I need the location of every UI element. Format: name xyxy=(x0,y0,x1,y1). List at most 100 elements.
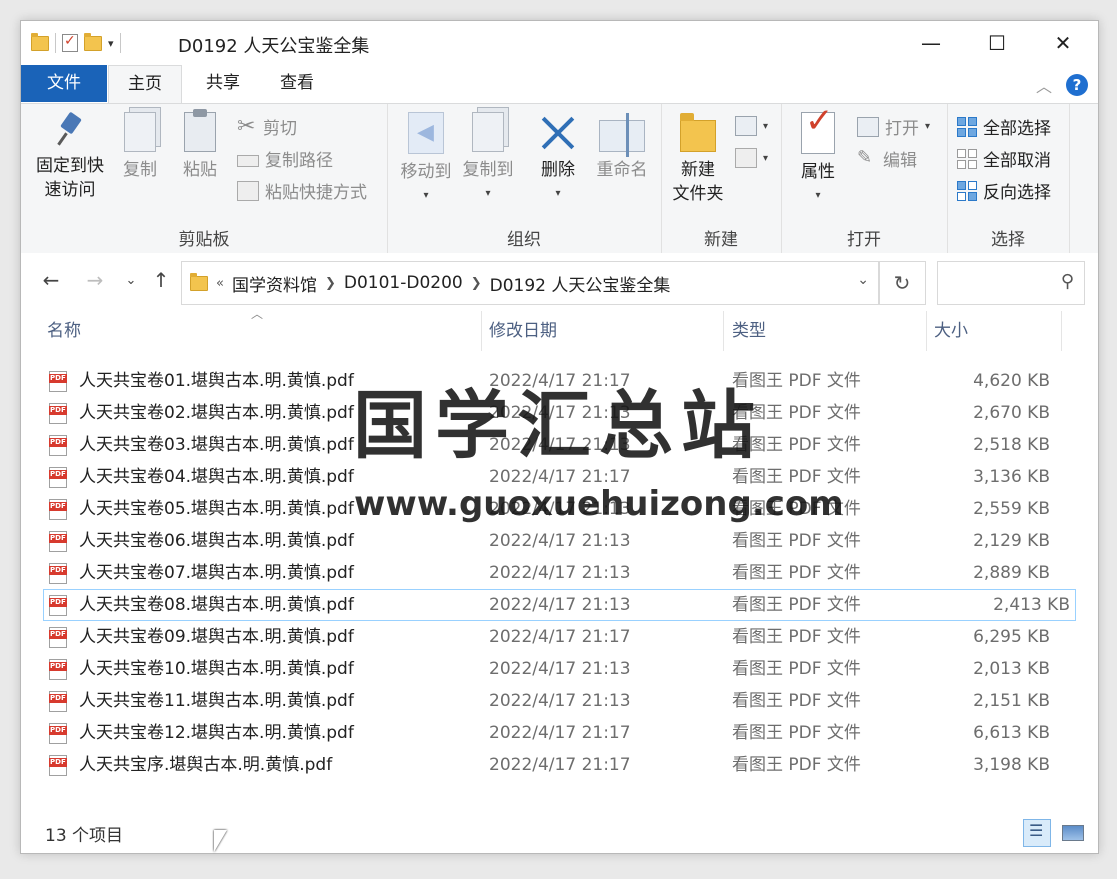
edit-icon xyxy=(857,147,877,168)
delete-button[interactable]: 删除 ▾ xyxy=(533,112,583,206)
file-name: 人天共宝卷09.堪舆古本.明.黄慎.pdf xyxy=(79,627,354,647)
column-header-size[interactable]: 大小 xyxy=(934,311,968,351)
breadcrumb-overflow[interactable]: « xyxy=(216,276,224,291)
table-row[interactable]: 人天共宝卷06.堪舆古本.明.黄慎.pdf 2022/4/17 21:13 看图王 … xyxy=(21,525,1098,557)
new-folder-icon[interactable] xyxy=(84,32,102,51)
select-all-button[interactable]: 全部选择 xyxy=(957,114,1051,139)
move-to-button[interactable]: 移动到 ▾ xyxy=(395,112,457,208)
select-none-label: 全部取消 xyxy=(983,151,1051,171)
paste-icon xyxy=(184,109,216,152)
breadcrumb-item[interactable]: D0101-D0200 xyxy=(344,273,463,293)
edit-button[interactable]: 编辑 xyxy=(857,146,917,172)
column-header-type[interactable]: 类型 xyxy=(732,311,766,351)
copy-button[interactable]: 复制 xyxy=(117,112,163,182)
column-divider[interactable] xyxy=(723,311,724,351)
open-caret-icon: ▾ xyxy=(925,121,931,132)
rename-icon xyxy=(599,113,645,157)
column-divider[interactable] xyxy=(481,311,482,351)
properties-icon[interactable] xyxy=(62,33,78,52)
invert-selection-button[interactable]: 反向选择 xyxy=(957,178,1051,203)
open-button[interactable]: 打开 ▾ xyxy=(857,114,930,139)
table-row[interactable]: 人天共宝卷08.堪舆古本.明.黄慎.pdf 2022/4/17 21:13 看图王 … xyxy=(43,589,1076,621)
breadcrumb-chevron-icon[interactable]: ❯ xyxy=(325,276,336,291)
qat-separator xyxy=(119,33,121,53)
qat-dropdown-icon[interactable]: ▾ xyxy=(108,37,114,50)
pdf-file-icon xyxy=(49,659,67,680)
select-all-icon xyxy=(957,116,977,137)
table-row[interactable]: 人天共宝卷09.堪舆古本.明.黄慎.pdf 2022/4/17 21:17 看图王 … xyxy=(21,621,1098,653)
table-row[interactable]: 人天共宝卷07.堪舆古本.明.黄慎.pdf 2022/4/17 21:13 看图王 … xyxy=(21,557,1098,589)
properties-label: 属性 xyxy=(801,162,835,182)
tab-file[interactable]: 文件 xyxy=(21,65,107,102)
refresh-icon[interactable]: ↻ xyxy=(878,261,926,305)
table-row[interactable]: 人天共宝卷10.堪舆古本.明.黄慎.pdf 2022/4/17 21:13 看图王 … xyxy=(21,653,1098,685)
new-folder-button[interactable]: 新建 文件夹 xyxy=(667,112,729,206)
file-size: 3,198 KB xyxy=(973,755,1050,775)
column-divider[interactable] xyxy=(926,311,927,351)
pin-quick-access-button[interactable]: 固定到快 速访问 xyxy=(29,112,111,202)
quick-access-toolbar: ▾ xyxy=(31,31,121,55)
pin-icon xyxy=(52,112,88,148)
copy-to-button[interactable]: 复制到 ▾ xyxy=(457,112,519,206)
select-none-icon xyxy=(957,148,977,169)
rename-button[interactable]: 重命名 xyxy=(591,112,653,182)
table-row[interactable]: 人天共宝序.堪舆古本.明.黄慎.pdf 2022/4/17 21:17 看图王 PD… xyxy=(21,749,1098,781)
new-item-button[interactable]: ▾ xyxy=(735,116,768,136)
table-row[interactable]: 人天共宝卷11.堪舆古本.明.黄慎.pdf 2022/4/17 21:13 看图王 … xyxy=(21,685,1098,717)
copy-icon xyxy=(124,112,156,152)
address-dropdown-chevron-icon[interactable]: ⌄ xyxy=(857,272,869,288)
open-icon xyxy=(857,116,879,137)
breadcrumb-item[interactable]: 国学资料馆 xyxy=(232,271,317,296)
breadcrumb-item[interactable]: D0192 人天公宝鉴全集 xyxy=(490,271,671,296)
minimize-button[interactable]: — xyxy=(898,21,964,65)
sort-ascending-icon: ︿ xyxy=(251,307,264,321)
properties-button[interactable]: 属性 ▾ xyxy=(793,109,843,208)
copy-to-icon xyxy=(472,112,504,152)
search-input[interactable]: ⚲ xyxy=(937,261,1085,305)
properties-icon xyxy=(801,109,835,154)
paste-button[interactable]: 粘贴 xyxy=(177,109,223,182)
address-bar[interactable]: « 国学资料馆 ❯ D0101-D0200 ❯ D0192 人天公宝鉴全集 ⌄ xyxy=(181,261,880,305)
paste-shortcut-button[interactable]: 粘贴快捷方式 xyxy=(237,178,367,203)
column-divider[interactable] xyxy=(1061,311,1062,351)
cut-label: 剪切 xyxy=(263,119,297,139)
help-icon[interactable]: ? xyxy=(1066,74,1088,96)
close-button[interactable]: ✕ xyxy=(1030,21,1096,65)
file-type: 看图王 PDF 文件 xyxy=(732,627,861,647)
easy-access-button[interactable]: ▾ xyxy=(735,148,768,168)
collapse-ribbon-icon[interactable]: ︿ xyxy=(1036,73,1052,97)
tab-share[interactable]: 共享 xyxy=(187,65,259,102)
file-date: 2022/4/17 21:13 xyxy=(489,531,631,551)
select-none-button[interactable]: 全部取消 xyxy=(957,146,1051,171)
tab-home[interactable]: 主页 xyxy=(108,65,182,103)
file-name: 人天共宝卷01.堪舆古本.明.黄慎.pdf xyxy=(79,371,354,391)
pdf-file-icon xyxy=(49,627,67,648)
column-header-date[interactable]: 修改日期 xyxy=(489,311,557,351)
cut-button[interactable]: 剪切 xyxy=(237,114,297,140)
column-header-name[interactable]: 名称 xyxy=(47,311,81,351)
file-type: 看图王 PDF 文件 xyxy=(732,563,861,583)
back-arrow-icon[interactable]: ← xyxy=(37,268,65,292)
pdf-file-icon xyxy=(49,595,67,616)
recent-locations-chevron-icon[interactable]: ⌄ xyxy=(117,273,145,288)
clipboard-group-label: 剪贴板 xyxy=(178,230,230,250)
file-name: 人天共宝卷05.堪舆古本.明.黄慎.pdf xyxy=(79,499,354,519)
maximize-button[interactable]: ☐ xyxy=(964,21,1030,65)
open-group: 属性 ▾ 打开 ▾ 编辑 打开 xyxy=(781,104,948,254)
breadcrumb-chevron-icon[interactable]: ❯ xyxy=(471,276,482,291)
file-name: 人天共宝卷02.堪舆古本.明.黄慎.pdf xyxy=(79,403,354,423)
search-icon: ⚲ xyxy=(1060,271,1074,292)
table-row[interactable]: 人天共宝卷12.堪舆古本.明.黄慎.pdf 2022/4/17 21:17 看图王 … xyxy=(21,717,1098,749)
up-arrow-icon[interactable]: ↑ xyxy=(147,268,175,292)
edit-label: 编辑 xyxy=(883,151,917,171)
large-icons-view-icon[interactable] xyxy=(1059,819,1085,845)
file-date: 2022/4/17 21:17 xyxy=(489,755,631,775)
forward-arrow-icon[interactable]: → xyxy=(81,268,109,292)
pdf-file-icon xyxy=(49,467,67,488)
copy-path-button[interactable]: 复制路径 xyxy=(237,146,333,171)
organize-group: 移动到 ▾ 复制到 ▾ 删除 ▾ 重命名 组织 xyxy=(387,104,662,254)
pdf-file-icon xyxy=(49,755,67,776)
details-view-icon[interactable] xyxy=(1023,819,1051,847)
tab-view[interactable]: 查看 xyxy=(261,65,333,102)
file-date: 2022/4/17 21:17 xyxy=(489,627,631,647)
